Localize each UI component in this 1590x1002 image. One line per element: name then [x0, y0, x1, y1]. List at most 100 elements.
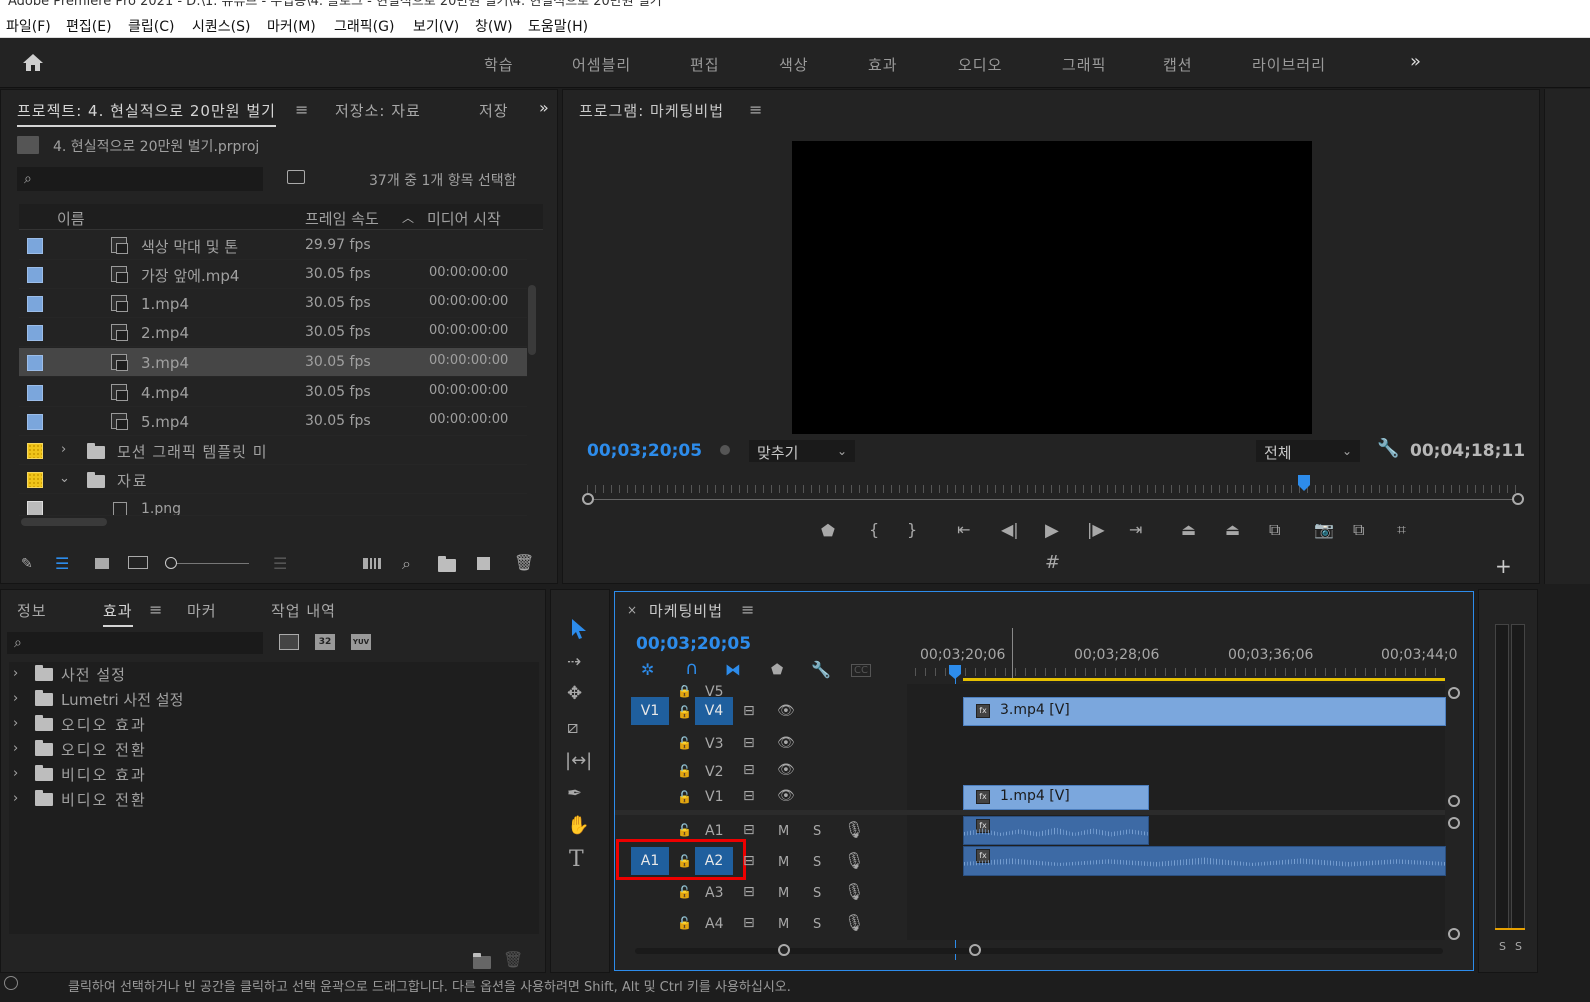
pencil-icon[interactable]: ✎: [21, 556, 33, 572]
scrub-bar[interactable]: [587, 499, 1519, 500]
vertical-scrollbar[interactable]: [528, 285, 536, 355]
type-tool-icon[interactable]: T: [569, 849, 584, 871]
track-label-a3[interactable]: A3: [705, 885, 723, 901]
sync-lock-icon[interactable]: ⊟: [743, 703, 755, 719]
microphone-icon[interactable]: 🎙: [844, 884, 864, 900]
freeform-view-icon[interactable]: [128, 556, 148, 569]
toggle-multicam-icon[interactable]: ⧉: [1353, 520, 1364, 540]
list-item[interactable]: › 오디오 전환: [9, 737, 539, 761]
source-patch-v1[interactable]: V1: [631, 697, 669, 725]
new-item-icon[interactable]: [477, 557, 490, 570]
tab-save[interactable]: 저장: [479, 100, 509, 121]
chevron-down-icon[interactable]: ⌄: [59, 471, 70, 487]
delete-icon[interactable]: 🗑: [503, 952, 523, 968]
column-media-start[interactable]: 미디어 시작: [427, 208, 501, 229]
zoom-slider-handle[interactable]: [165, 557, 177, 569]
nest-toggle-icon[interactable]: ✲: [641, 662, 654, 678]
find-icon[interactable]: ⌕: [402, 556, 411, 572]
label-color[interactable]: [27, 472, 43, 488]
list-item[interactable]: › 사전 설정: [9, 662, 539, 686]
video-scroll-handle-top[interactable]: [1448, 687, 1460, 699]
mute-button[interactable]: M: [778, 886, 789, 901]
solo-button[interactable]: S: [813, 855, 821, 870]
time-ruler[interactable]: [915, 668, 1445, 676]
mark-out-icon[interactable]: }: [907, 520, 917, 539]
selection-tool-icon[interactable]: [569, 618, 589, 640]
label-color[interactable]: [27, 385, 43, 401]
list-item[interactable]: › Lumetri 사전 설정: [9, 687, 539, 711]
lock-icon[interactable]: 🔓: [677, 822, 692, 838]
lock-icon[interactable]: 🔓: [677, 763, 692, 779]
microphone-icon[interactable]: 🎙: [844, 915, 864, 931]
track-label-a4[interactable]: A4: [705, 916, 723, 932]
list-item[interactable]: 색상 막대 및 톤 29.97 fps: [19, 231, 527, 260]
solo-button[interactable]: S: [813, 886, 821, 901]
safe-margins-icon[interactable]: #: [1045, 552, 1060, 573]
sync-lock-icon[interactable]: ⊟: [743, 915, 755, 931]
audio-clip[interactable]: fx: [963, 816, 1149, 845]
panel-menu-icon[interactable]: ≡: [749, 102, 762, 118]
new-bin-icon[interactable]: [438, 556, 456, 572]
timeline-timecode[interactable]: 00;03;20;05: [636, 634, 751, 654]
solo-button[interactable]: S: [813, 917, 821, 932]
new-custom-bin-icon[interactable]: [473, 953, 491, 969]
list-item[interactable]: › 모션 그래픽 템플릿 미: [19, 436, 527, 465]
track-label-v1[interactable]: V1: [705, 789, 723, 805]
sort-icon[interactable]: ☰: [273, 556, 287, 572]
pen-tool-icon[interactable]: ✒: [567, 785, 582, 803]
list-item[interactable]: 5.mp4 30.05 fps 00:00:00:00: [19, 407, 527, 436]
more-tabs-icon[interactable]: »: [539, 100, 549, 116]
play-icon[interactable]: ▶: [1045, 520, 1059, 541]
sort-ascending-icon[interactable]: ︿: [402, 210, 414, 226]
lock-icon[interactable]: 🔓: [677, 735, 692, 751]
label-color[interactable]: [27, 501, 43, 515]
list-item[interactable]: ⌄ 자료: [19, 465, 527, 494]
workspace-editing[interactable]: 편집: [690, 54, 720, 75]
step-forward-icon[interactable]: |▶: [1087, 520, 1105, 539]
icon-view-icon[interactable]: [95, 558, 109, 569]
proxy-toggle-icon[interactable]: ⌗: [1397, 520, 1406, 540]
time-ruler[interactable]: [587, 485, 1519, 493]
tab-project[interactable]: 프로젝트: 4. 현실적으로 20만원 벌기: [17, 100, 276, 127]
new-search-bin-icon[interactable]: [287, 170, 305, 184]
workspace-effects[interactable]: 효과: [868, 54, 898, 75]
zoom-start-handle[interactable]: [778, 944, 790, 956]
trash-icon[interactable]: 🗑: [514, 555, 534, 571]
zoom-start-handle[interactable]: [582, 493, 594, 505]
menu-window[interactable]: 창(W): [475, 16, 513, 36]
sync-lock-icon[interactable]: ⊟: [743, 822, 755, 838]
go-to-out-icon[interactable]: ⇥: [1129, 520, 1142, 539]
video-scroll-handle-bottom[interactable]: [1448, 795, 1460, 807]
step-back-icon[interactable]: ◀|: [1001, 520, 1019, 539]
menu-edit[interactable]: 편집(E): [66, 16, 112, 36]
track-select-tool-icon[interactable]: ⇢: [567, 654, 581, 671]
timeline-zoom-bar[interactable]: [635, 948, 1443, 954]
linked-selection-icon[interactable]: ⧓: [725, 662, 741, 678]
zoom-end-handle[interactable]: [969, 944, 981, 956]
panel-menu-icon[interactable]: ≡: [295, 102, 308, 118]
captions-icon[interactable]: CC: [851, 664, 871, 677]
microphone-icon[interactable]: 🎙: [844, 822, 864, 838]
more-workspaces-icon[interactable]: »: [1410, 53, 1421, 71]
panel-menu-icon[interactable]: ≡: [741, 602, 754, 618]
menu-help[interactable]: 도움말(H): [528, 16, 588, 36]
yuv-effects-icon[interactable]: YUV: [351, 634, 371, 650]
lock-icon[interactable]: 🔓: [677, 915, 692, 931]
horizontal-scrollbar[interactable]: [21, 518, 107, 526]
solo-right-button[interactable]: S: [1515, 940, 1522, 953]
sync-lock-icon[interactable]: ⊟: [743, 853, 755, 869]
program-monitor-title[interactable]: 프로그램: 마케팅비법: [579, 100, 724, 121]
eye-icon[interactable]: 👁: [777, 703, 795, 719]
close-tab-icon[interactable]: ×: [627, 602, 637, 618]
chevron-right-icon[interactable]: ›: [61, 442, 66, 458]
effects-search-input[interactable]: ⌕: [7, 632, 263, 654]
list-item-selected[interactable]: 3.mp4 30.05 fps 00:00:00:00: [19, 348, 527, 377]
sync-lock-icon[interactable]: ⊟: [743, 884, 755, 900]
lift-icon[interactable]: ⏏: [1181, 520, 1196, 539]
video-clip[interactable]: fx 1.mp4 [V]: [963, 785, 1149, 810]
label-color[interactable]: [27, 414, 43, 430]
chevron-right-icon[interactable]: ›: [13, 741, 18, 757]
mute-button[interactable]: M: [778, 855, 789, 870]
audio-scroll-handle-top[interactable]: [1448, 817, 1460, 829]
snap-magnet-icon[interactable]: ∩: [685, 660, 698, 678]
